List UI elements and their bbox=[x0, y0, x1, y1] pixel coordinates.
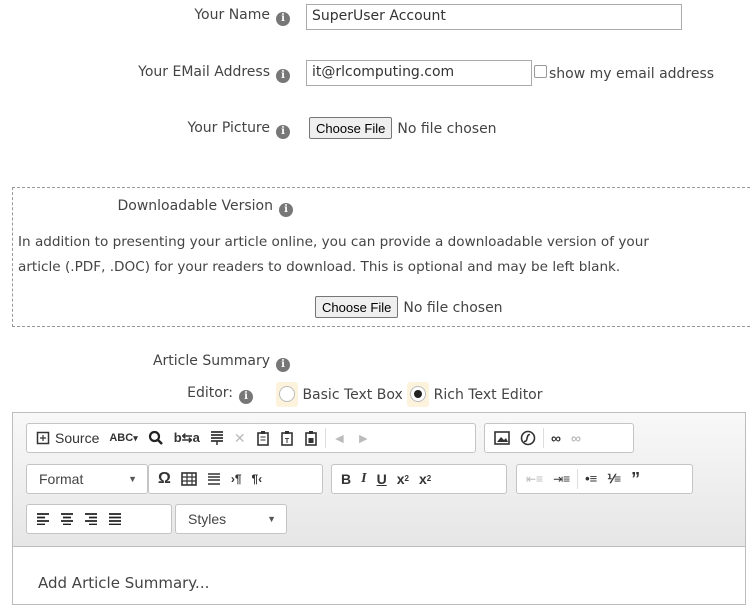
info-icon[interactable]: i bbox=[276, 69, 290, 83]
download-label: Downloadable Version i bbox=[118, 198, 293, 217]
ltr-icon[interactable]: ›¶ bbox=[226, 468, 247, 490]
picture-label: Your Picture i bbox=[188, 120, 290, 139]
align-center-icon[interactable] bbox=[55, 508, 79, 530]
paste-word-icon[interactable] bbox=[299, 427, 323, 449]
download-file-picker: Choose File No file chosen bbox=[315, 296, 503, 318]
horizontal-rule-icon[interactable] bbox=[202, 468, 226, 490]
summary-label: Article Summary i bbox=[153, 353, 290, 372]
image-icon[interactable] bbox=[489, 427, 515, 449]
chevron-down-icon: ▼ bbox=[128, 474, 137, 484]
file-status: No file chosen bbox=[403, 299, 503, 316]
toolbar-group-align bbox=[26, 504, 172, 534]
toolbar-group-clipboard: Source ABC ▾ b⇆a ✕ T ◄ ► bbox=[26, 423, 476, 453]
editor-options: Basic Text Box Rich Text Editor bbox=[276, 382, 543, 407]
show-email-label: show my email address bbox=[549, 66, 715, 82]
superscript-icon[interactable]: x2 bbox=[414, 468, 436, 490]
email-input[interactable]: it@rlcomputing.com bbox=[306, 60, 532, 86]
select-all-icon[interactable] bbox=[205, 427, 229, 449]
number-list-icon[interactable]: ⅟≡ bbox=[602, 468, 626, 490]
name-input[interactable]: SuperUser Account bbox=[306, 4, 682, 30]
styles-dropdown[interactable]: Styles ▼ bbox=[175, 504, 287, 534]
basic-label[interactable]: Basic Text Box bbox=[302, 387, 402, 403]
info-icon[interactable]: i bbox=[239, 390, 253, 404]
toolbar-group-paragraph: ⇤≡ ⇥≡ •≡ ⅟≡ ” bbox=[516, 464, 693, 494]
toolbar-group-basicstyles: B I U x2 x2 bbox=[331, 464, 507, 494]
document-icon bbox=[36, 431, 50, 445]
editor-label: Editor: i bbox=[187, 385, 253, 404]
svg-text:T: T bbox=[284, 438, 289, 445]
justify-icon[interactable] bbox=[103, 508, 127, 530]
align-left-icon[interactable] bbox=[31, 508, 55, 530]
editor-content[interactable]: Add Article Summary... bbox=[38, 574, 209, 592]
find-icon[interactable] bbox=[143, 427, 169, 449]
file-status: No file chosen bbox=[397, 120, 497, 137]
link-icon[interactable]: ∞ bbox=[546, 427, 566, 449]
download-description: In addition to presenting your article o… bbox=[18, 234, 649, 275]
special-char-icon[interactable]: Ω bbox=[153, 468, 176, 490]
undo-icon[interactable]: ◄ bbox=[328, 427, 352, 449]
underline-icon[interactable]: U bbox=[372, 468, 392, 490]
paste-text-icon[interactable]: T bbox=[275, 427, 299, 449]
spellcheck-icon[interactable]: ABC ▾ bbox=[104, 427, 142, 449]
toolbar-group-special: Ω ›¶ ¶‹ bbox=[148, 464, 323, 494]
info-icon[interactable]: i bbox=[279, 203, 293, 217]
rtl-icon[interactable]: ¶‹ bbox=[247, 468, 268, 490]
show-email-option[interactable]: show my email address bbox=[534, 65, 714, 82]
chevron-down-icon: ▼ bbox=[267, 514, 276, 524]
toolbar-group-insert: ∞ ∞ bbox=[484, 423, 634, 453]
source-button[interactable]: Source bbox=[31, 427, 104, 449]
rich-radio[interactable] bbox=[410, 386, 427, 402]
blockquote-icon[interactable]: ” bbox=[626, 468, 645, 490]
outdent-icon[interactable]: ⇤≡ bbox=[521, 468, 548, 490]
indent-icon[interactable]: ⇥≡ bbox=[548, 468, 575, 490]
basic-radio[interactable] bbox=[279, 386, 295, 402]
rich-option[interactable] bbox=[407, 382, 430, 407]
rich-label[interactable]: Rich Text Editor bbox=[434, 387, 543, 403]
flash-icon[interactable] bbox=[515, 427, 541, 449]
subscript-icon[interactable]: x2 bbox=[392, 468, 414, 490]
basic-option[interactable] bbox=[276, 382, 298, 407]
info-icon[interactable]: i bbox=[276, 358, 290, 372]
unlink-icon[interactable]: ∞ bbox=[566, 427, 586, 449]
bullet-list-icon[interactable]: •≡ bbox=[580, 468, 602, 490]
table-icon[interactable] bbox=[176, 468, 202, 490]
rich-text-editor: Source ABC ▾ b⇆a ✕ T ◄ ► ∞ ∞ Format ▼ Ω ›¶… bbox=[12, 412, 746, 605]
choose-file-button[interactable]: Choose File bbox=[309, 117, 393, 139]
bold-icon[interactable]: B bbox=[336, 468, 356, 490]
redo-icon[interactable]: ► bbox=[351, 427, 375, 449]
italic-icon[interactable]: I bbox=[356, 468, 371, 490]
info-icon[interactable]: i bbox=[276, 12, 290, 26]
picture-file-picker: Choose File No file chosen bbox=[309, 117, 497, 139]
show-email-checkbox[interactable] bbox=[534, 65, 547, 78]
name-label: Your Name i bbox=[194, 7, 290, 26]
email-label: Your EMail Address i bbox=[138, 64, 290, 83]
align-right-icon[interactable] bbox=[79, 508, 103, 530]
info-icon[interactable]: i bbox=[276, 125, 290, 139]
copy-icon[interactable] bbox=[251, 427, 275, 449]
format-dropdown[interactable]: Format ▼ bbox=[26, 464, 148, 494]
choose-file-button[interactable]: Choose File bbox=[315, 296, 399, 318]
cut-icon[interactable]: ✕ bbox=[229, 427, 251, 449]
replace-icon[interactable]: b⇆a bbox=[169, 427, 205, 449]
